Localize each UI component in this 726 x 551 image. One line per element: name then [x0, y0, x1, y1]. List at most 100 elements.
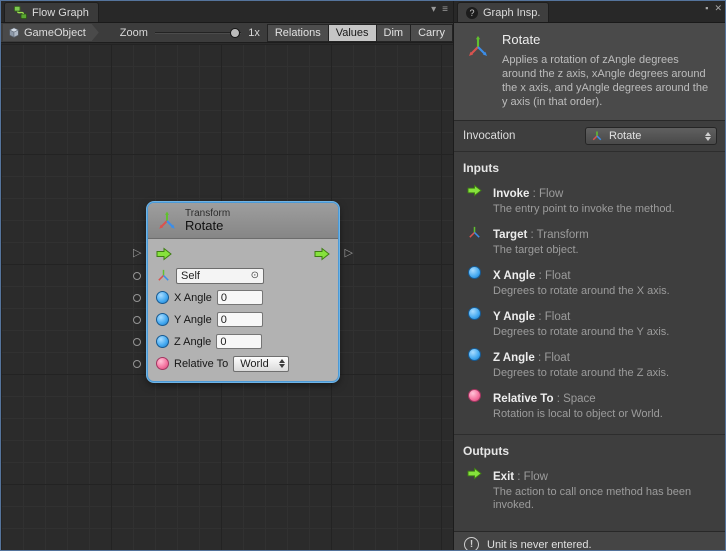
relative-to-value: World — [240, 358, 269, 370]
detach-icon[interactable]: ▪ — [705, 4, 708, 13]
relative-to-port[interactable] — [133, 360, 141, 368]
x-angle-port[interactable] — [133, 294, 141, 302]
enum-port-icon — [156, 357, 169, 370]
node-header-text: Transform Rotate — [185, 208, 230, 233]
transform-axis-icon — [463, 225, 485, 240]
flow-arrow-icon — [463, 184, 485, 197]
invocation-label: Invocation — [463, 130, 585, 142]
item-description: The target object. — [493, 244, 708, 257]
node-relative-row: Relative To World — [156, 354, 330, 373]
node-y-angle-row: Y Angle — [156, 310, 330, 329]
breadcrumb-gameobject[interactable]: GameObject — [3, 24, 99, 41]
relative-to-label: Relative To — [174, 358, 228, 370]
graph-canvas[interactable]: ▷ ▷ Transform — [1, 44, 453, 550]
item-title: Invoke : Flow — [493, 184, 717, 202]
item-title: X Angle : Float — [493, 266, 717, 284]
tab-flow-graph-label: Flow Graph — [32, 7, 89, 19]
flow-graph-toolbar: GameObject Zoom 1x Relations Values Dim … — [1, 23, 453, 43]
invoke-port[interactable]: ▷ — [133, 248, 141, 259]
inspector-help-icon: ? — [466, 7, 478, 19]
tab-flow-graph[interactable]: Flow Graph — [4, 2, 99, 22]
flow-graph-panel: Flow Graph ▾ ≡ GameObject Zoom 1x — [1, 1, 453, 550]
item-title: Target : Transform — [493, 225, 717, 243]
gameobject-cube-icon — [8, 27, 20, 39]
float-port-icon — [463, 348, 485, 361]
dropdown-stepper-icon — [279, 359, 285, 368]
transform-axis-icon — [466, 35, 490, 59]
float-port-icon — [156, 291, 169, 304]
float-port-icon — [156, 335, 169, 348]
input-item-y-angle: Y Angle : Float Degrees to rotate around… — [454, 304, 726, 345]
y-angle-input[interactable] — [217, 312, 263, 327]
inputs-section-title: Inputs — [454, 152, 726, 181]
toolbar-buttons: Relations Values Dim Carry — [267, 24, 453, 42]
unit-description: Applies a rotation of zAngle degrees aro… — [502, 53, 710, 109]
float-port-icon — [463, 307, 485, 320]
float-port-icon — [463, 266, 485, 279]
input-item-relative-to: Relative To : Space Rotation is local to… — [454, 386, 726, 427]
node-z-angle-row: Z Angle — [156, 332, 330, 351]
dim-button[interactable]: Dim — [377, 24, 412, 42]
relative-to-dropdown[interactable]: World — [233, 356, 289, 372]
float-port-icon — [156, 313, 169, 326]
values-button[interactable]: Values — [329, 24, 377, 42]
node-x-angle-row: X Angle — [156, 288, 330, 307]
item-title: Y Angle : Float — [493, 307, 717, 325]
enum-port-icon — [463, 389, 485, 402]
item-title: Exit : Flow — [493, 467, 717, 485]
x-angle-label: X Angle — [174, 292, 212, 304]
tab-graph-inspector[interactable]: ? Graph Insp. — [457, 2, 549, 22]
item-title: Z Angle : Float — [493, 348, 717, 366]
flow-graph-tabbar: Flow Graph ▾ ≡ — [1, 1, 453, 23]
zoom-slider-handle[interactable] — [230, 28, 240, 38]
relations-button[interactable]: Relations — [267, 24, 329, 42]
target-object-field[interactable]: Self ⊙ — [176, 268, 264, 284]
window-controls: ▪ ✕ — [705, 4, 722, 13]
item-title: Relative To : Space — [493, 389, 717, 407]
inspector-header: Rotate Applies a rotation of zAngle degr… — [454, 23, 726, 121]
target-object-value: Self — [181, 270, 200, 282]
zoom-slider-track — [155, 32, 241, 34]
zoom-slider[interactable] — [155, 26, 241, 40]
y-angle-label: Y Angle — [174, 314, 212, 326]
input-item-x-angle: X Angle : Float Degrees to rotate around… — [454, 263, 726, 304]
pane-dropdown-icon[interactable]: ▾ — [431, 5, 436, 15]
x-angle-input[interactable] — [217, 290, 263, 305]
node-body: Self ⊙ X Angle Y Angle — [148, 239, 338, 381]
node-title: Rotate — [185, 219, 230, 233]
z-angle-label: Z Angle — [174, 336, 211, 348]
target-port[interactable] — [133, 272, 141, 280]
warning-icon: ! — [464, 537, 479, 551]
z-angle-port[interactable] — [133, 338, 141, 346]
item-description: Degrees to rotate around the Z axis. — [493, 367, 708, 380]
flow-graph-icon — [14, 6, 27, 19]
invoke-flow-arrow-icon[interactable] — [156, 247, 172, 261]
object-picker-icon[interactable]: ⊙ — [251, 271, 259, 281]
z-angle-input[interactable] — [216, 334, 262, 349]
target-transform-icon — [156, 268, 171, 283]
item-description: Degrees to rotate around the X axis. — [493, 285, 708, 298]
transform-axis-icon — [157, 211, 177, 231]
flow-arrow-icon — [463, 467, 485, 480]
exit-flow-arrow-icon[interactable] — [314, 247, 330, 261]
exit-port[interactable]: ▷ — [345, 248, 353, 259]
node-transform-rotate[interactable]: ▷ ▷ Transform — [147, 202, 339, 382]
input-item-invoke: Invoke : Flow The entry point to invoke … — [454, 181, 726, 222]
graph-inspector-panel: ? Graph Insp. ▪ ✕ Rotate — [453, 1, 726, 550]
editor-window: Flow Graph ▾ ≡ GameObject Zoom 1x — [0, 0, 726, 551]
unit-title: Rotate — [502, 32, 710, 47]
close-icon[interactable]: ✕ — [714, 4, 722, 13]
carry-button[interactable]: Carry — [411, 24, 453, 42]
dropdown-stepper-icon — [705, 132, 711, 141]
invocation-dropdown[interactable]: Rotate — [585, 127, 717, 145]
item-description: The entry point to invoke the method. — [493, 203, 708, 216]
warning-text: Unit is never entered. — [487, 539, 592, 551]
transform-axis-icon — [591, 130, 603, 142]
pane-menu-icon[interactable]: ≡ — [442, 5, 448, 15]
tab-graph-inspector-label: Graph Insp. — [483, 7, 540, 19]
item-description: The action to call once method has been … — [493, 486, 708, 512]
invocation-row: Invocation Rotate — [454, 121, 726, 152]
node-header[interactable]: Transform Rotate — [148, 203, 338, 239]
y-angle-port[interactable] — [133, 316, 141, 324]
output-item-exit: Exit : Flow The action to call once meth… — [454, 464, 726, 518]
